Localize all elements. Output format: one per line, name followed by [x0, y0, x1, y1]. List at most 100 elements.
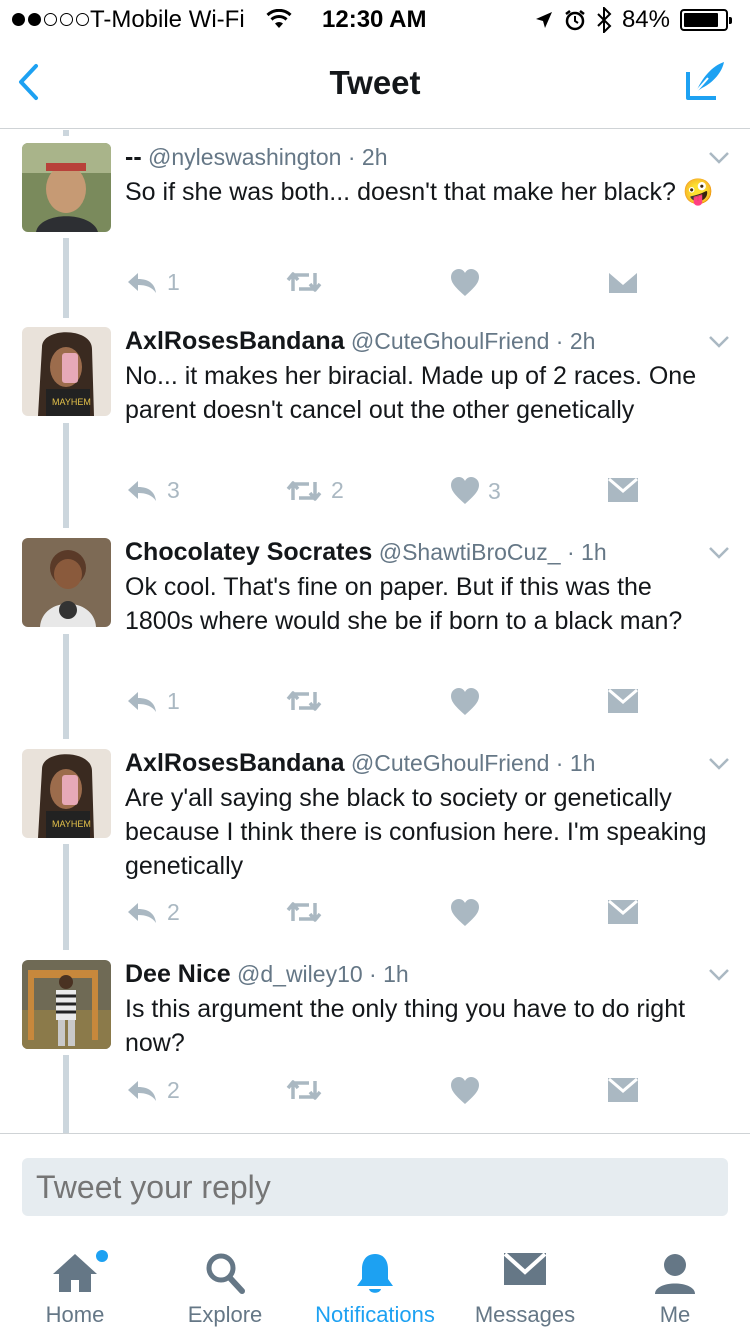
- direct-message-button[interactable]: [607, 477, 639, 503]
- avatar[interactable]: MAYHEM: [22, 327, 111, 416]
- heart-icon: [451, 269, 479, 296]
- like-button[interactable]: 3: [450, 477, 501, 505]
- author-handle[interactable]: @ShawtiBroCuz_: [379, 539, 561, 565]
- tab-label: Home: [45, 1302, 105, 1327]
- author-handle[interactable]: @nyleswashington: [148, 144, 341, 170]
- avatar[interactable]: [22, 143, 111, 232]
- reply-count: 1: [167, 269, 180, 295]
- carrier-name: T-Mobile Wi-Fi: [90, 6, 245, 33]
- svg-text:MAYHEM: MAYHEM: [52, 397, 91, 407]
- tweet-header: -- @nyleswashington · 2h: [125, 143, 388, 171]
- tab-bar: Home Explore Notifications Messages Me: [0, 1238, 750, 1334]
- tab-label: Me: [659, 1302, 691, 1327]
- tweet-time: 2h: [361, 144, 388, 170]
- tweet-text: Are y'all saying she black to society or…: [125, 784, 707, 880]
- tweet-text: Is this argument the only thing you have…: [125, 995, 686, 1057]
- retweet-button[interactable]: [285, 688, 331, 714]
- retweet-button[interactable]: [285, 1077, 331, 1103]
- reply-count: 2: [167, 1077, 180, 1103]
- avatar[interactable]: MAYHEM: [22, 749, 111, 838]
- tweet-actions: 2: [125, 1077, 685, 1111]
- location-arrow-icon: [535, 12, 552, 28]
- avatar[interactable]: [22, 538, 111, 627]
- reply-button[interactable]: 1: [125, 688, 180, 715]
- reply-input[interactable]: [22, 1158, 728, 1216]
- like-button[interactable]: [450, 269, 488, 297]
- author-handle[interactable]: @CuteGhoulFriend: [351, 328, 550, 354]
- tab-messages[interactable]: Messages: [450, 1238, 600, 1334]
- envelope-icon: [608, 477, 638, 502]
- author-name[interactable]: AxlRosesBandana: [125, 749, 345, 777]
- retweet-button[interactable]: 2: [285, 477, 344, 504]
- author-name[interactable]: --: [125, 143, 142, 171]
- author-name[interactable]: Chocolatey Socrates: [125, 538, 372, 566]
- tab-label: Explore: [187, 1302, 263, 1327]
- tweet[interactable]: Chocolatey Socrates @ShawtiBroCuz_ · 1h …: [0, 538, 750, 738]
- tweet-text: No... it makes her biracial. Made up of …: [125, 362, 697, 424]
- reply-button[interactable]: 2: [125, 899, 180, 926]
- chevron-down-icon[interactable]: [708, 335, 730, 349]
- retweet-icon: [286, 480, 322, 501]
- tab-explore[interactable]: Explore: [150, 1238, 300, 1334]
- retweet-icon: [286, 1080, 322, 1100]
- direct-message-button[interactable]: [607, 688, 639, 714]
- heart-icon: [451, 688, 479, 715]
- direct-message-button[interactable]: [607, 1077, 639, 1103]
- navigation-bar: Tweet: [0, 40, 750, 129]
- tab-label: Messages: [474, 1302, 576, 1327]
- author-handle[interactable]: @d_wiley10: [237, 961, 363, 987]
- chevron-down-icon[interactable]: [708, 546, 730, 560]
- wifi-icon: [266, 9, 292, 28]
- chevron-down-icon[interactable]: [708, 757, 730, 771]
- reply-button[interactable]: 1: [125, 269, 180, 296]
- tweet[interactable]: -- @nyleswashington · 2h So if she was b…: [0, 143, 750, 323]
- like-button[interactable]: [450, 1077, 488, 1105]
- like-count: 3: [488, 477, 501, 504]
- like-button[interactable]: [450, 688, 488, 716]
- direct-message-button[interactable]: [607, 899, 639, 925]
- retweet-button[interactable]: [285, 269, 331, 295]
- heart-icon: [451, 477, 479, 504]
- author-name[interactable]: AxlRosesBandana: [125, 327, 345, 355]
- reply-count: 2: [167, 899, 180, 925]
- chevron-down-icon[interactable]: [708, 151, 730, 165]
- tweet-text: So if she was both... doesn't that make …: [125, 178, 714, 206]
- reply-icon: [128, 480, 156, 501]
- bluetooth-icon: [597, 7, 612, 33]
- reply-thread: -- @nyleswashington · 2h So if she was b…: [0, 130, 750, 1133]
- reply-icon: [128, 902, 156, 923]
- envelope-icon: [608, 1077, 638, 1102]
- envelope-icon: [607, 269, 639, 295]
- like-button[interactable]: [450, 899, 488, 927]
- status-bar: T-Mobile Wi-Fi 12:30 AM 84%: [0, 0, 750, 40]
- tab-notifications[interactable]: Notifications: [300, 1238, 450, 1334]
- tweet[interactable]: Dee Nice @d_wiley10 · 1h Is this argumen…: [0, 960, 750, 1130]
- reply-button[interactable]: 2: [125, 1077, 180, 1104]
- compose-tweet-icon[interactable]: [682, 58, 728, 104]
- author-name[interactable]: Dee Nice: [125, 960, 231, 988]
- tweet-header: AxlRosesBandana @CuteGhoulFriend · 2h: [125, 327, 596, 355]
- tweet-time: 1h: [581, 539, 607, 565]
- chevron-down-icon[interactable]: [708, 968, 730, 982]
- author-handle[interactable]: @CuteGhoulFriend: [351, 750, 550, 776]
- tab-home[interactable]: Home: [0, 1238, 150, 1334]
- heart-icon: [451, 1077, 479, 1104]
- retweet-button[interactable]: [285, 899, 331, 925]
- retweet-icon: [286, 902, 322, 922]
- tweet[interactable]: MAYHEM AxlRosesBandana @CuteGhoulFriend …: [0, 749, 750, 949]
- heart-icon: [451, 899, 479, 926]
- reply-button[interactable]: 3: [125, 477, 180, 504]
- person-icon: [655, 1254, 695, 1294]
- tweet[interactable]: MAYHEM AxlRosesBandana @CuteGhoulFriend …: [0, 327, 750, 527]
- retweet-count: 2: [331, 477, 344, 503]
- direct-message-button[interactable]: [607, 269, 639, 295]
- avatar[interactable]: [22, 960, 111, 1049]
- envelope-icon: [608, 688, 638, 713]
- tweet-header: Dee Nice @d_wiley10 · 1h: [125, 960, 409, 988]
- tab-me[interactable]: Me: [600, 1238, 750, 1334]
- search-icon: [206, 1253, 245, 1294]
- reply-icon: [128, 272, 156, 293]
- envelope-icon: [608, 899, 638, 924]
- envelope-icon: [503, 1252, 547, 1285]
- reply-count: 1: [167, 688, 180, 714]
